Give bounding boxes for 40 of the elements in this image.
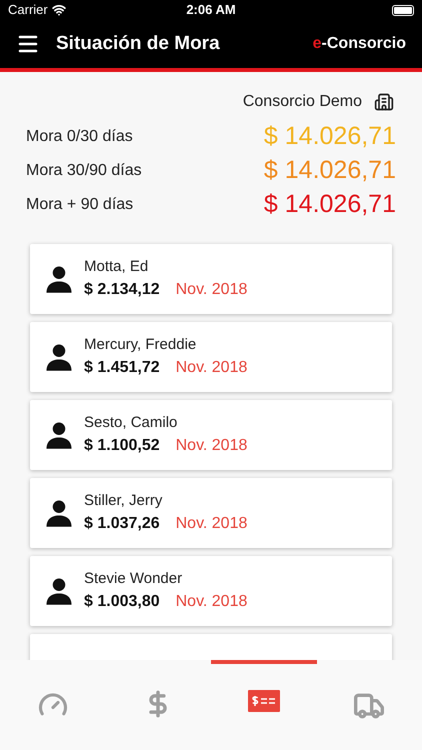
building-icon — [374, 92, 394, 112]
mora-label: Mora 0/30 días — [26, 127, 133, 147]
mora-label: Mora + 90 días — [26, 195, 134, 215]
mora-amount: $ 14.026,71 — [264, 155, 396, 186]
debtor-card[interactable]: Sesto, Camilo $ 1.100,52 Nov. 2018 — [30, 400, 392, 470]
debtor-name: Mercury, Freddie — [84, 334, 198, 355]
debtor-name: Stiller, Jerry — [84, 490, 164, 511]
battery-icon — [392, 4, 414, 16]
debtor-amount: $ 1.451,72 — [84, 358, 160, 378]
wifi-icon — [52, 3, 66, 17]
mora-amount: $ 14.026,71 — [264, 121, 396, 152]
mora-amount: $ 14.026,71 — [264, 189, 396, 220]
page-title: Situación de Mora — [56, 32, 221, 56]
company-name: Consorcio Demo — [242, 92, 362, 112]
debtor-amount: $ 1.037,26 — [84, 514, 160, 534]
debtor-period: Nov. 2018 — [176, 592, 248, 612]
carrier-label: Carrier — [8, 1, 48, 20]
person-icon — [44, 498, 74, 528]
debtor-card[interactable]: Stiller, Jerry $ 1.037,26 Nov. 2018 — [30, 478, 392, 548]
debtor-name: Stevie Wonder — [84, 568, 184, 589]
debtor-card[interactable]: Stevie Wonder $ 1.003,80 Nov. 2018 — [30, 556, 392, 626]
debtor-card[interactable]: Mercury, Freddie $ 1.451,72 Nov. 2018 — [30, 322, 392, 392]
debtor-name: Motta, Ed — [84, 256, 150, 277]
person-icon — [44, 264, 74, 294]
bill-icon — [248, 690, 280, 712]
debtor-card[interactable]: Motta, Ed $ 2.134,12 Nov. 2018 — [30, 244, 392, 314]
person-icon — [44, 420, 74, 450]
debtor-amount: $ 1.003,80 — [84, 592, 160, 612]
brand-logo: e-Consorcio — [312, 34, 406, 54]
debtor-period: Nov. 2018 — [176, 280, 248, 300]
person-icon — [44, 342, 74, 372]
clock: 2:06 AM — [186, 1, 236, 20]
debtor-amount: $ 1.100,52 — [84, 436, 160, 456]
debtor-period: Nov. 2018 — [176, 358, 248, 378]
debtor-period: Nov. 2018 — [176, 514, 248, 534]
debtor-period: Nov. 2018 — [176, 436, 248, 456]
debtor-amount: $ 2.134,12 — [84, 280, 160, 300]
debtor-name: Sesto, Camilo — [84, 412, 178, 433]
mora-label: Mora 30/90 días — [26, 161, 142, 181]
person-icon — [44, 576, 74, 606]
